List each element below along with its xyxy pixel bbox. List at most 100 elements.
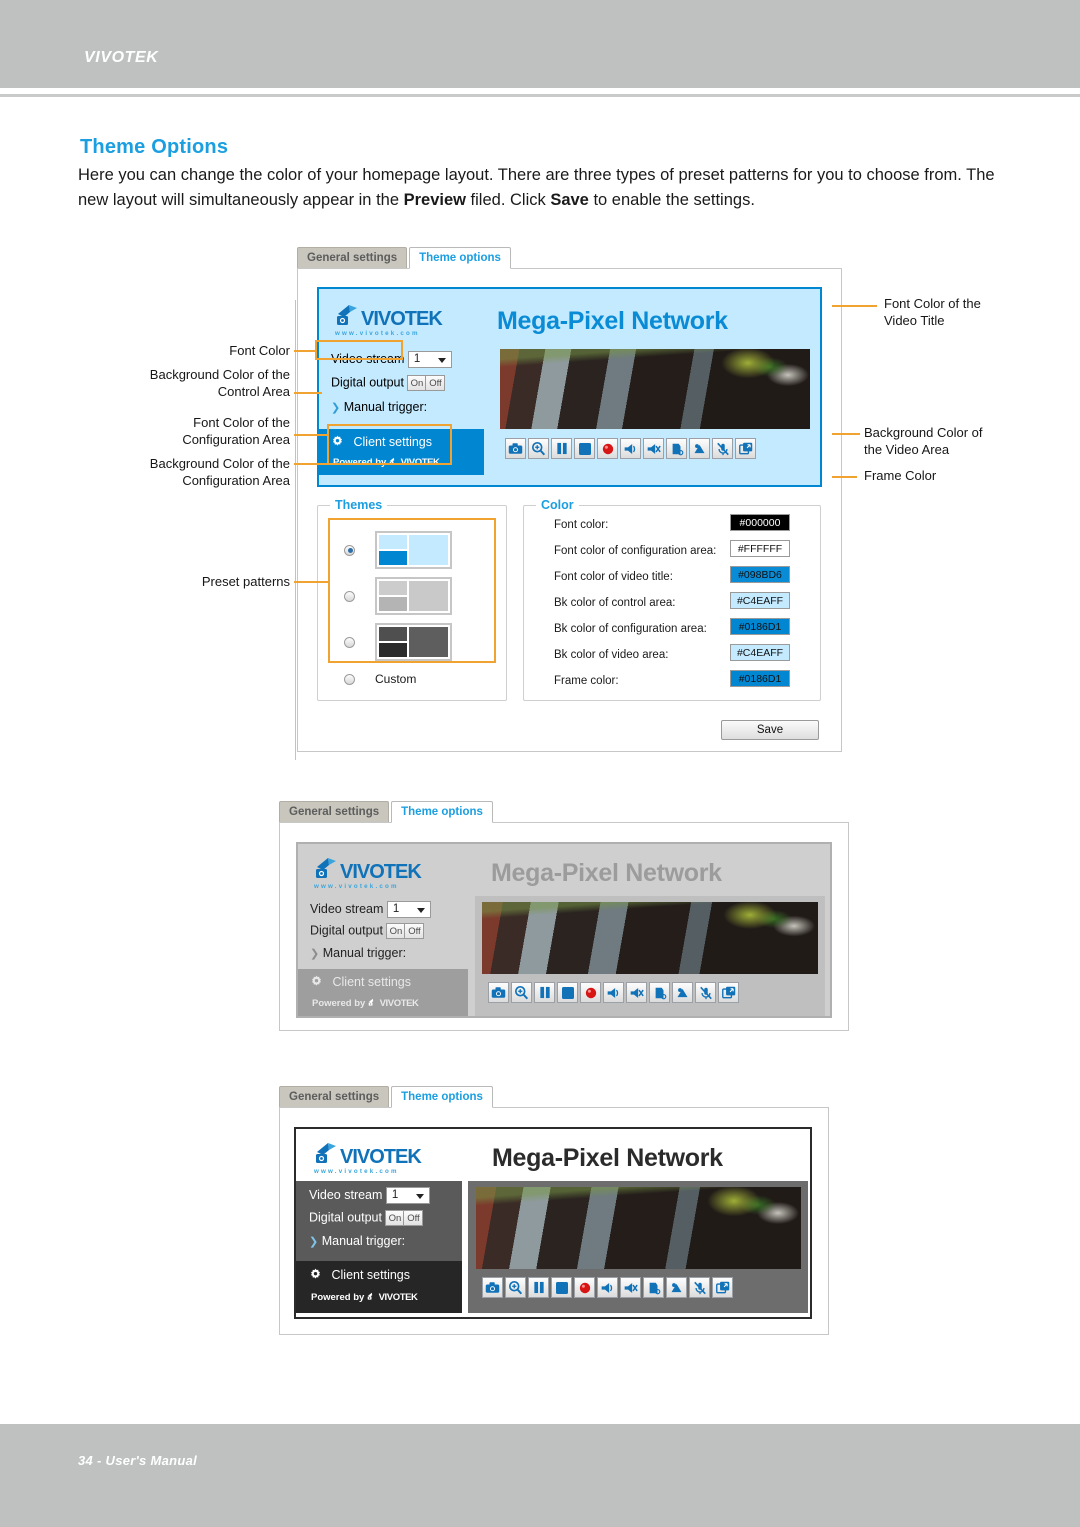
mic-off-icon-gray[interactable] bbox=[695, 982, 716, 1003]
theme-option-preset-blue[interactable] bbox=[344, 531, 452, 569]
themes-legend: Themes bbox=[330, 498, 388, 512]
theme-radio-preset-gray[interactable] bbox=[344, 590, 355, 602]
page-header: VIVOTEK bbox=[0, 0, 1080, 88]
live-video-image-gray bbox=[482, 902, 818, 974]
snapshot-icon[interactable] bbox=[505, 438, 526, 459]
tab-theme-options[interactable]: Theme options bbox=[409, 247, 511, 269]
pause-icon-gray[interactable] bbox=[534, 982, 555, 1003]
color-value-config-bk[interactable]: #0186D1 bbox=[730, 618, 790, 635]
theme-radio-custom[interactable] bbox=[344, 673, 355, 685]
fullscreen-icon[interactable] bbox=[735, 438, 756, 459]
client-settings-link-gray[interactable]: Client settings bbox=[310, 975, 411, 989]
digital-output-off[interactable]: Off bbox=[426, 375, 446, 391]
digital-output-toggle-dark[interactable]: On Off bbox=[385, 1210, 424, 1226]
theme-custom-label: Custom bbox=[375, 672, 417, 686]
vivotek-url-text-dark: www.vivotek.com bbox=[314, 1168, 399, 1175]
client-settings-link-dark[interactable]: Client settings bbox=[309, 1268, 410, 1282]
manual-trigger-row[interactable]: ❯ Manual trigger: bbox=[331, 400, 427, 414]
color-value-frame[interactable]: #0186D1 bbox=[730, 670, 790, 687]
video-control-bar-dark[interactable] bbox=[482, 1277, 733, 1298]
video-stream-value-gray: 1 bbox=[392, 903, 400, 915]
video-control-bar-blue[interactable] bbox=[505, 438, 756, 459]
tab-general-settings[interactable]: General settings bbox=[297, 247, 408, 269]
mute-icon-gray[interactable] bbox=[626, 982, 647, 1003]
digital-output-toggle-gray[interactable]: On Off bbox=[386, 923, 425, 939]
color-value-config-font[interactable]: #FFFFFF bbox=[730, 540, 790, 557]
video-stream-select-dark[interactable]: 1 bbox=[385, 1187, 430, 1204]
theme-radio-preset-blue[interactable] bbox=[344, 544, 355, 556]
record-icon-gray[interactable] bbox=[580, 982, 601, 1003]
theme-option-custom[interactable]: Custom bbox=[344, 672, 416, 686]
color-label-config-bk: Bk color of configuration area: bbox=[554, 623, 707, 635]
vivotek-logo-gray: VIVOTEK www.vivotek.com bbox=[314, 856, 422, 890]
color-label-frame: Frame color: bbox=[554, 675, 619, 687]
record-icon-dark[interactable] bbox=[574, 1277, 595, 1298]
digital-output-off-gray[interactable]: Off bbox=[405, 923, 425, 939]
chevron-down-icon bbox=[437, 358, 446, 363]
video-stream-row-gray: Video stream 1 bbox=[310, 901, 431, 918]
color-value-control-bk[interactable]: #C4EAFF bbox=[730, 592, 790, 609]
tab-theme-options-dark[interactable]: Theme options bbox=[391, 1086, 493, 1108]
digital-zoom-icon-gray[interactable] bbox=[511, 982, 532, 1003]
mic-off-icon-dark[interactable] bbox=[689, 1277, 710, 1298]
digital-output-on[interactable]: On bbox=[407, 375, 427, 391]
theme-radio-preset-dark[interactable] bbox=[344, 636, 355, 648]
snapshot-icon-gray[interactable] bbox=[488, 982, 509, 1003]
volume-icon[interactable] bbox=[620, 438, 641, 459]
color-value-font[interactable]: #000000 bbox=[730, 514, 790, 531]
talk-icon-dark[interactable] bbox=[643, 1277, 664, 1298]
volume-icon-dark[interactable] bbox=[597, 1277, 618, 1298]
digital-output-on-gray[interactable]: On bbox=[386, 923, 406, 939]
digital-output-toggle[interactable]: On Off bbox=[407, 375, 446, 391]
snapshot-icon-dark[interactable] bbox=[482, 1277, 503, 1298]
tab-general-settings-gray[interactable]: General settings bbox=[279, 801, 390, 823]
homepage-preview-gray: VIVOTEK www.vivotek.com Mega-Pixel Netwo… bbox=[296, 842, 832, 1018]
pause-icon[interactable] bbox=[551, 438, 572, 459]
theme-thumb-preset-gray bbox=[375, 577, 452, 615]
talk-icon-gray[interactable] bbox=[649, 982, 670, 1003]
video-control-bar-gray[interactable] bbox=[488, 982, 739, 1003]
listen-icon[interactable] bbox=[689, 438, 710, 459]
volume-icon-gray[interactable] bbox=[603, 982, 624, 1003]
listen-icon-gray[interactable] bbox=[672, 982, 693, 1003]
listen-icon-dark[interactable] bbox=[666, 1277, 687, 1298]
video-title-dark: Mega-Pixel Network bbox=[492, 1144, 723, 1172]
mute-icon[interactable] bbox=[643, 438, 664, 459]
theme-option-preset-dark[interactable] bbox=[344, 623, 452, 661]
manual-trigger-row-gray[interactable]: ❯ Manual trigger: bbox=[310, 946, 406, 960]
record-icon[interactable] bbox=[597, 438, 618, 459]
pause-icon-dark[interactable] bbox=[528, 1277, 549, 1298]
color-value-video-title-font[interactable]: #098BD6 bbox=[730, 566, 790, 583]
stop-icon[interactable] bbox=[574, 438, 595, 459]
digital-output-on-dark[interactable]: On bbox=[385, 1210, 405, 1226]
header-divider bbox=[0, 94, 1080, 97]
leader-frame-color bbox=[832, 476, 857, 478]
fullscreen-icon-dark[interactable] bbox=[712, 1277, 733, 1298]
manual-trigger-row-dark[interactable]: ❯ Manual trigger: bbox=[309, 1234, 405, 1248]
theme-options-screenshot: General settings Theme options VIVOTEK ww… bbox=[297, 247, 842, 752]
digital-zoom-icon[interactable] bbox=[528, 438, 549, 459]
save-button[interactable]: Save bbox=[721, 720, 819, 740]
mute-icon-dark[interactable] bbox=[620, 1277, 641, 1298]
fullscreen-icon-gray[interactable] bbox=[718, 982, 739, 1003]
stop-icon-gray[interactable] bbox=[557, 982, 578, 1003]
tab-general-settings-dark[interactable]: General settings bbox=[279, 1086, 390, 1108]
color-label-video-bk: Bk color of video area: bbox=[554, 649, 669, 661]
video-stream-select-gray[interactable]: 1 bbox=[386, 901, 431, 918]
theme-option-preset-gray[interactable] bbox=[344, 577, 452, 615]
stop-icon-dark[interactable] bbox=[551, 1277, 572, 1298]
client-settings-label-gray: Client settings bbox=[332, 975, 411, 989]
vivotek-logo-blue: VIVOTEK www.vivotek.com bbox=[335, 303, 443, 337]
color-value-video-bk[interactable]: #C4EAFF bbox=[730, 644, 790, 661]
digital-output-off-dark[interactable]: Off bbox=[404, 1210, 424, 1226]
live-video-image bbox=[500, 349, 810, 429]
mic-off-icon[interactable] bbox=[712, 438, 733, 459]
talk-icon[interactable] bbox=[666, 438, 687, 459]
callout-bk-config-area: Background Color of the Configuration Ar… bbox=[149, 456, 290, 488]
control-area-dark: Video stream 1 Digital output On Off ❯ Ma… bbox=[296, 1181, 462, 1261]
tab-theme-options-gray[interactable]: Theme options bbox=[391, 801, 493, 823]
gear-icon-dark bbox=[309, 1268, 322, 1281]
video-stream-select[interactable]: 1 bbox=[407, 351, 452, 368]
homepage-preview-dark: VIVOTEK www.vivotek.com Mega-Pixel Netwo… bbox=[294, 1127, 812, 1319]
digital-zoom-icon-dark[interactable] bbox=[505, 1277, 526, 1298]
